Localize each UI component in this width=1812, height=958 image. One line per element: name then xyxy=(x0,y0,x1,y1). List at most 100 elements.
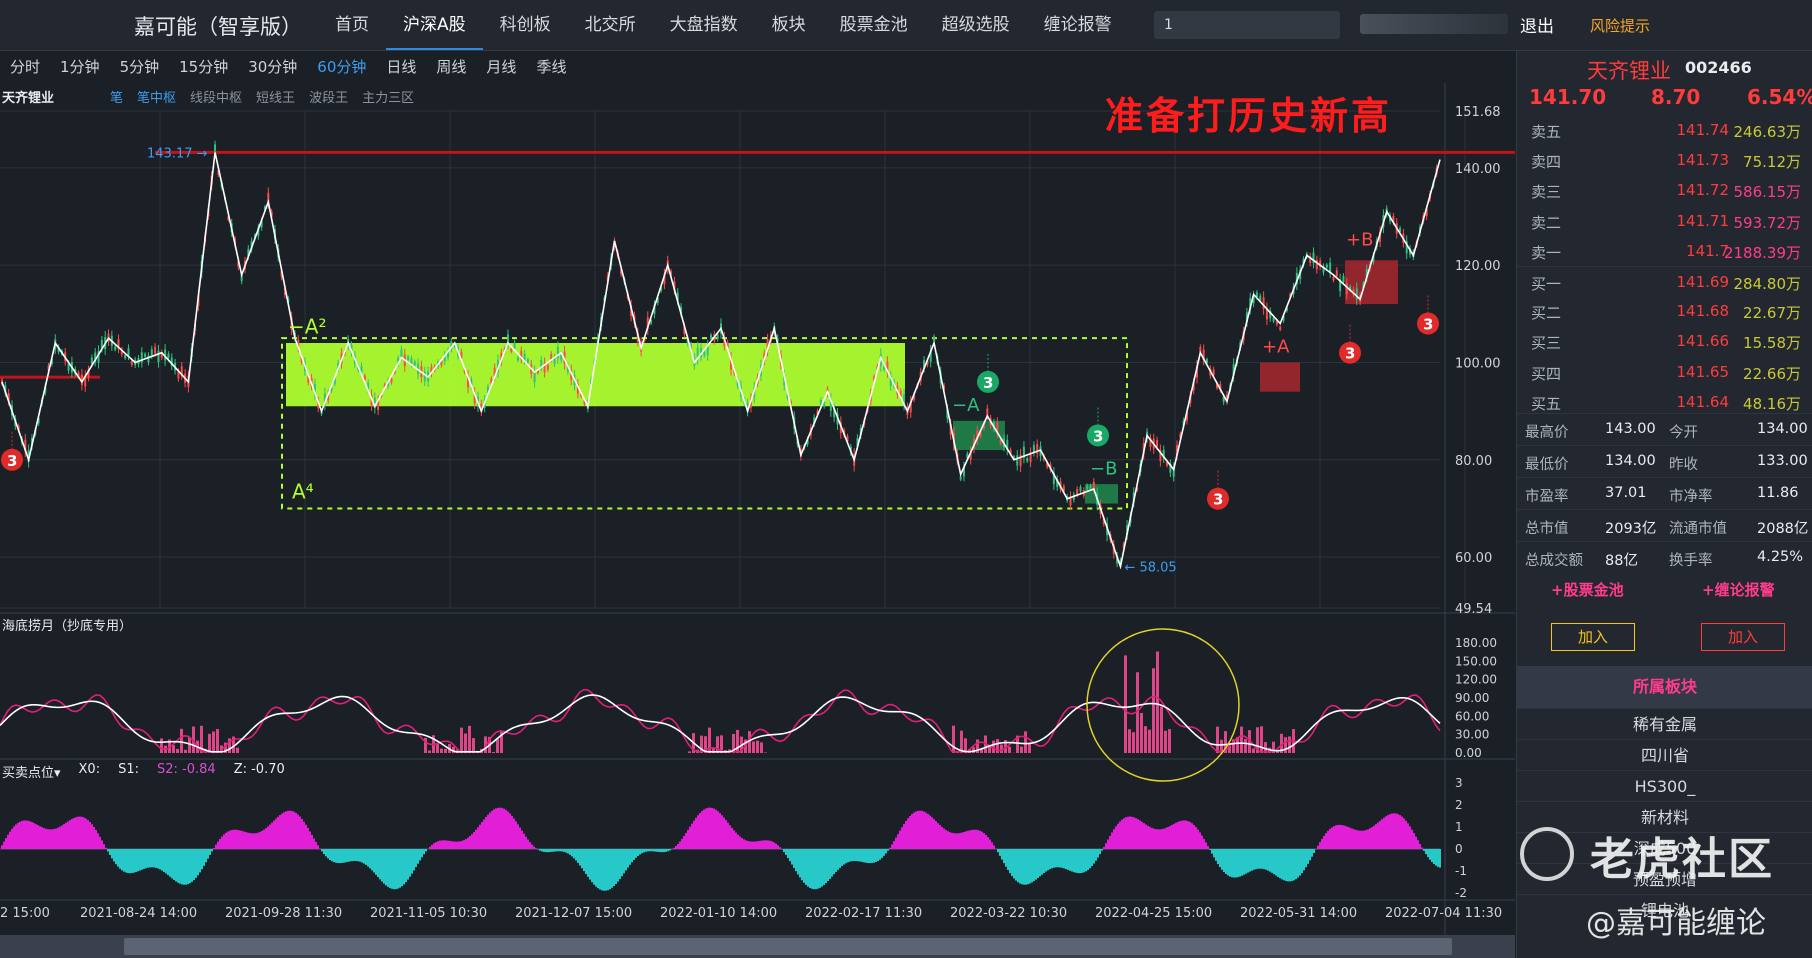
period-60min[interactable]: 60分钟 xyxy=(307,51,376,83)
add-to-pool-button[interactable]: +股票金池 xyxy=(1551,579,1624,600)
period-5min[interactable]: 5分钟 xyxy=(110,51,170,83)
time-tick: 2 15:00 xyxy=(0,906,50,921)
add-chan-alert-button[interactable]: +缠论报警 xyxy=(1702,579,1775,600)
osc-spike xyxy=(1128,729,1131,753)
stat-value: 2088亿 xyxy=(1757,521,1809,537)
osc-spike xyxy=(716,736,719,753)
nav-index[interactable]: 大盘指数 xyxy=(653,0,755,50)
osc-spike xyxy=(1240,726,1243,753)
order-level-label: 买一 xyxy=(1531,275,1562,293)
s2-value: S2: -0.84 xyxy=(157,762,216,777)
candle-body xyxy=(1076,489,1079,495)
nav-star-market[interactable]: 科创板 xyxy=(483,0,568,50)
nav-super-screener[interactable]: 超级选股 xyxy=(925,0,1027,50)
osc-spike xyxy=(464,733,467,753)
period-quarterly[interactable]: 季线 xyxy=(526,51,576,83)
price-change-pct: 6.54% xyxy=(1747,85,1812,109)
time-tick: 2021-08-24 14:00 xyxy=(80,906,198,921)
osc-spike xyxy=(496,738,499,753)
scrollbar-thumb[interactable] xyxy=(124,938,1452,955)
osc-spike xyxy=(1260,726,1263,753)
osc-spike xyxy=(1144,726,1147,753)
order-volume: 22.66万 xyxy=(1743,364,1801,383)
join-pool-button[interactable]: 加入 xyxy=(1551,623,1635,651)
signal-dropdown[interactable]: 买卖点位▾ xyxy=(2,762,61,781)
order-price: 141.74 xyxy=(1676,121,1730,139)
osc-spike xyxy=(172,745,175,753)
bid-row: 买四 141.65 22.66万 xyxy=(1517,357,1812,387)
order-volume: 48.16万 xyxy=(1743,394,1801,413)
nav-stock-pool[interactable]: 股票金池 xyxy=(823,0,925,50)
chart-area[interactable]: 143.17 → ← 58.05 −A² A⁴ −A −B +A +B 3 3 3 3 3 3 151.6… xyxy=(0,83,1515,935)
sector-item[interactable]: HS300_ xyxy=(1517,770,1812,802)
candle-body xyxy=(959,476,962,480)
nav-home[interactable]: 首页 xyxy=(318,0,386,50)
stock-name: 天齐锂业 xyxy=(1587,59,1671,83)
candle-body xyxy=(1079,486,1082,492)
join-alert-button[interactable]: 加入 xyxy=(1701,623,1785,651)
osc-spike xyxy=(764,752,767,753)
period-30min[interactable]: 30分钟 xyxy=(238,51,307,83)
period-1min[interactable]: 1分钟 xyxy=(50,51,110,83)
nav-hs-a-shares[interactable]: 沪深A股 xyxy=(386,0,483,50)
chip-segment-pivot[interactable]: 线段中枢 xyxy=(190,87,242,106)
time-tick: 2022-05-31 14:00 xyxy=(1240,906,1358,921)
candle-body xyxy=(933,336,936,341)
chip-stroke[interactable]: 笔 xyxy=(110,87,123,106)
price-tick: 80.00 xyxy=(1455,454,1492,469)
hist-tick: -1 xyxy=(1455,864,1467,878)
period-15min[interactable]: 15分钟 xyxy=(169,51,238,83)
signal-number: 3 xyxy=(7,452,17,470)
stat-value: 88亿 xyxy=(1605,553,1638,569)
osc-spike xyxy=(992,740,995,753)
nav-chan-alert[interactable]: 缠论报警 xyxy=(1027,0,1129,50)
nav-sector[interactable]: 板块 xyxy=(755,0,823,50)
signal-number: 3 xyxy=(983,374,993,392)
chart-stock-name: 天齐锂业 xyxy=(2,91,55,106)
sector-item[interactable]: 四川省 xyxy=(1517,739,1812,771)
signal-number: 3 xyxy=(1093,427,1103,445)
nav-bse[interactable]: 北交所 xyxy=(568,0,653,50)
risk-notice-link[interactable]: 风险提示 xyxy=(1590,15,1650,36)
price-change: 8.70 xyxy=(1651,85,1701,109)
osc-spike xyxy=(212,731,215,753)
osc-spike xyxy=(1156,651,1159,753)
ask-row: 卖二 141.71 593.72万 xyxy=(1517,206,1812,236)
candle-body xyxy=(1086,485,1089,490)
chip-swing[interactable]: 波段王 xyxy=(309,87,348,106)
time-tick: 2022-04-25 15:00 xyxy=(1095,906,1213,921)
osc-spike xyxy=(428,750,431,753)
chip-stroke-pivot[interactable]: 笔中枢 xyxy=(137,87,176,106)
candle-body xyxy=(1156,440,1159,447)
period-weekly[interactable]: 周线 xyxy=(426,51,476,83)
z-value: Z: -0.70 xyxy=(233,762,285,777)
candle-body xyxy=(999,440,1002,444)
sector-item[interactable]: 稀有金属 xyxy=(1517,708,1812,740)
chip-main-zone[interactable]: 主力三区 xyxy=(362,87,414,106)
order-volume: 22.67万 xyxy=(1743,304,1801,323)
watermark-brand: 老虎社区 xyxy=(1590,834,1774,885)
osc-spike xyxy=(468,725,471,753)
stat-label: 流通市值 xyxy=(1669,521,1727,537)
signal-number: 3 xyxy=(1213,491,1223,509)
period-intraday[interactable]: 分时 xyxy=(0,51,50,83)
osc-spike xyxy=(444,748,447,753)
candle-body xyxy=(407,356,410,361)
price-tick: 60.00 xyxy=(1455,551,1492,566)
stats-grid: 最高价 143.00 今开 134.00 最低价 134.00 昨收 133.00 市盈率 37.… xyxy=(1517,413,1812,573)
candle-body xyxy=(1026,458,1029,462)
period-monthly[interactable]: 月线 xyxy=(476,51,526,83)
stat-label: 市盈率 xyxy=(1525,489,1569,505)
osc-tick: 30.00 xyxy=(1455,728,1489,742)
ask-row: 卖一 141.7 2188.39万 xyxy=(1517,236,1812,266)
stat-value: 134.00 xyxy=(1757,421,1808,437)
search-input[interactable]: 1 xyxy=(1154,11,1340,39)
chip-short-term[interactable]: 短线王 xyxy=(256,87,295,106)
period-daily[interactable]: 日线 xyxy=(376,51,426,83)
candle-body xyxy=(150,349,153,356)
candle-body xyxy=(1335,270,1338,277)
order-level-label: 买三 xyxy=(1531,334,1562,353)
user-avatar[interactable] xyxy=(1360,14,1508,34)
logout-button[interactable]: 退出 xyxy=(1520,12,1554,37)
low-price-label: ← 58.05 xyxy=(1124,561,1176,576)
